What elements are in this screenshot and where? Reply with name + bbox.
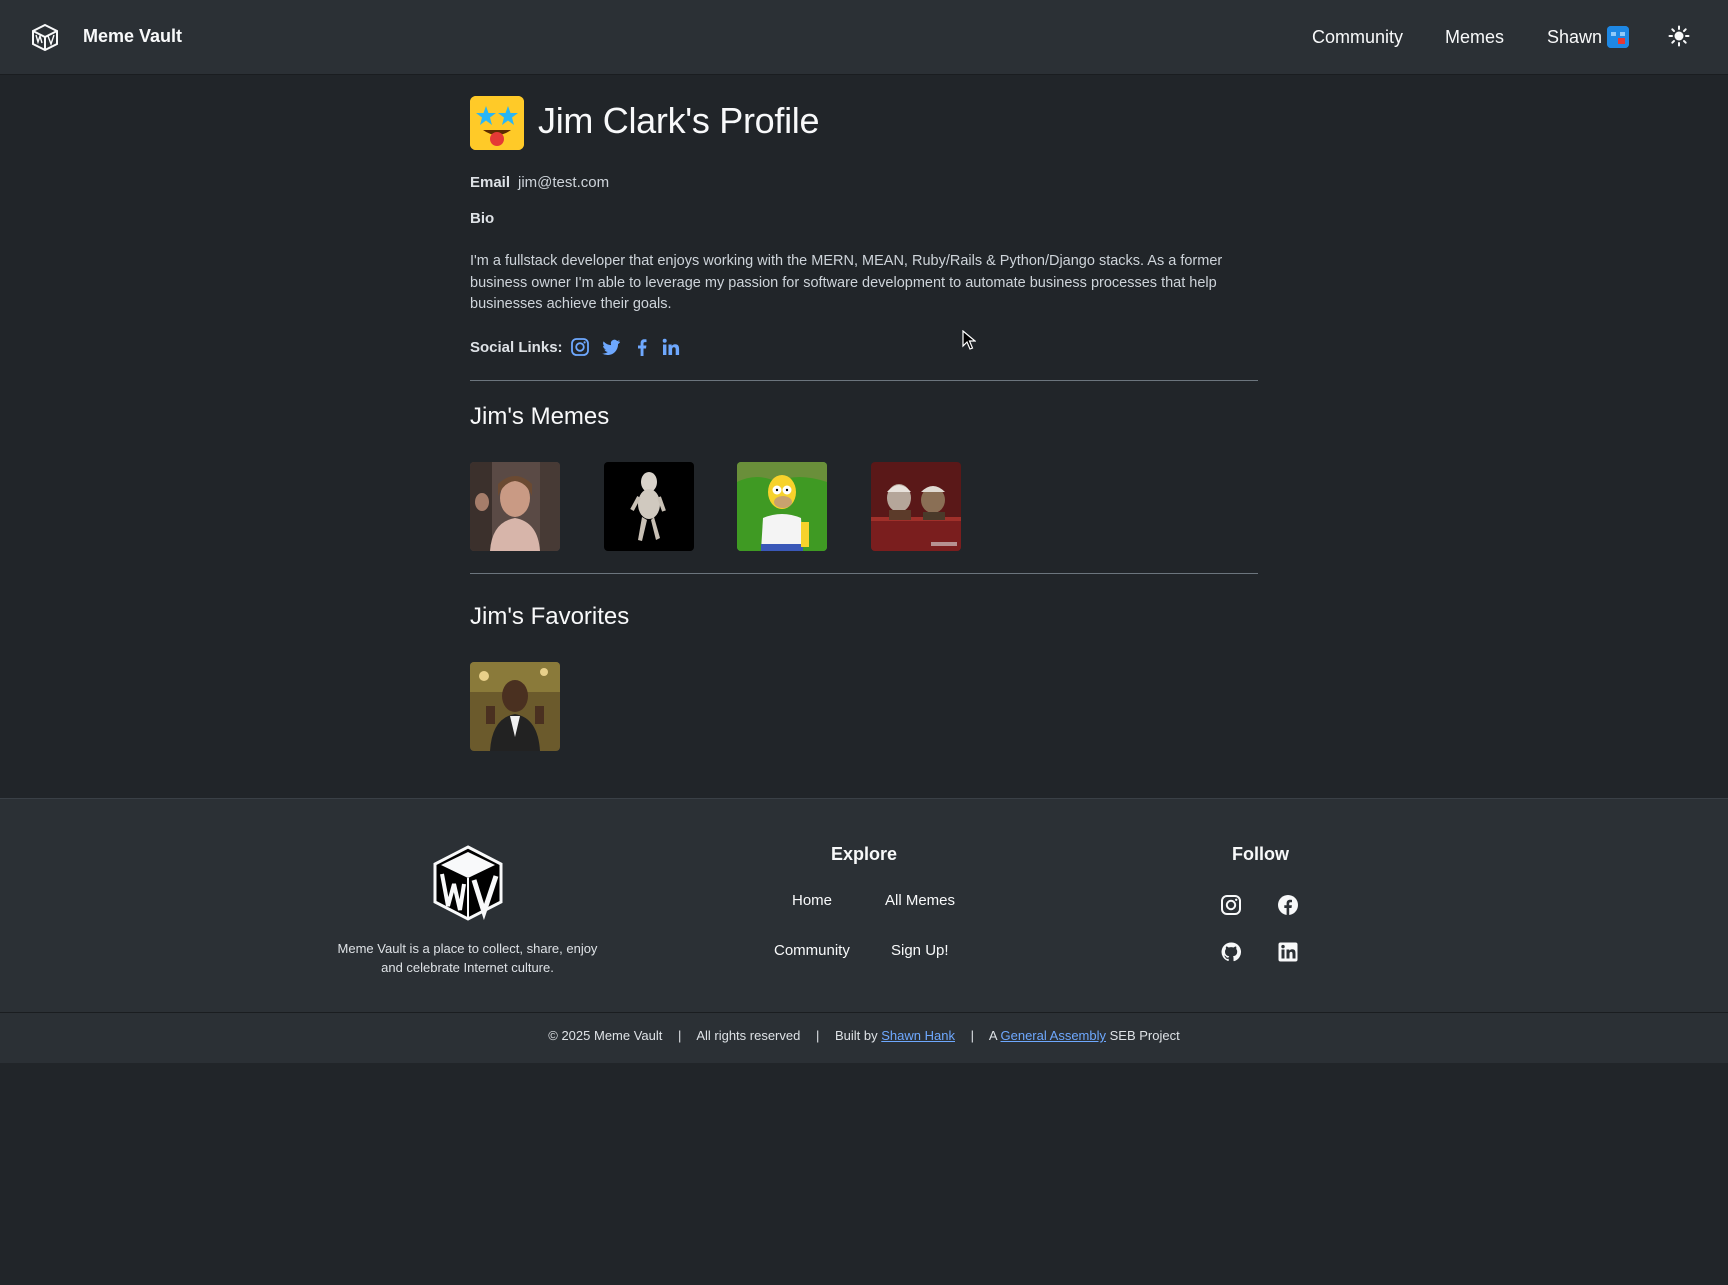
- nav-link-community[interactable]: Community: [1312, 27, 1403, 48]
- favorite-thumbnail[interactable]: [470, 662, 560, 751]
- nav-link-memes[interactable]: Memes: [1445, 27, 1504, 48]
- theme-toggle-sun-icon[interactable]: [1668, 25, 1690, 47]
- github-icon[interactable]: [1220, 941, 1242, 963]
- meme-thumbnail[interactable]: [470, 462, 560, 551]
- meme-thumbnail[interactable]: [604, 462, 694, 551]
- instagram-icon[interactable]: [570, 337, 590, 357]
- separator: |: [970, 1028, 974, 1043]
- footer-link-community[interactable]: Community: [774, 942, 850, 959]
- linkedin-icon[interactable]: [661, 337, 681, 357]
- social-links-label: Social Links:: [470, 339, 563, 356]
- email-label: Email: [470, 174, 511, 191]
- footer-tagline: Meme Vault is a place to collect, share,…: [337, 941, 598, 975]
- footer-follow-heading: Follow: [1232, 844, 1289, 864]
- email-value: jim@test.com: [518, 174, 610, 191]
- nav-link-user[interactable]: Shawn: [1547, 27, 1602, 48]
- built-by-prefix: Built by: [835, 1028, 878, 1043]
- profile-avatar: [470, 96, 524, 150]
- org-link[interactable]: General Assembly: [1001, 1028, 1107, 1043]
- brand-name[interactable]: Meme Vault: [83, 26, 182, 47]
- bio-text: I'm a fullstack developer that enjoys wo…: [470, 253, 1223, 312]
- favorites-section-title: Jim's Favorites: [470, 603, 630, 630]
- footer-explore-heading: Explore: [831, 844, 898, 864]
- rights-text: All rights reserved: [696, 1028, 801, 1043]
- copyright-text: © 2025 Meme Vault: [548, 1028, 663, 1043]
- meme-thumbnail[interactable]: [737, 462, 827, 551]
- twitter-icon[interactable]: [601, 337, 621, 357]
- meme-thumbnail[interactable]: [871, 462, 961, 551]
- top-navbar: Meme Vault Community Memes Shawn: [0, 0, 1728, 75]
- footer-link-all-memes[interactable]: All Memes: [885, 892, 955, 909]
- page-title: Jim Clark's Profile: [538, 100, 820, 141]
- separator: |: [815, 1028, 820, 1043]
- section-divider: [470, 573, 1258, 574]
- project-prefix: A: [988, 1028, 997, 1043]
- separator: |: [678, 1028, 682, 1043]
- user-avatar[interactable]: [1607, 26, 1629, 48]
- facebook-icon[interactable]: [632, 337, 652, 357]
- project-suffix: SEB Project: [1109, 1028, 1180, 1043]
- memes-section-title: Jim's Memes: [470, 403, 610, 430]
- footer-link-home[interactable]: Home: [792, 892, 832, 909]
- footer-link-signup[interactable]: Sign Up!: [891, 942, 949, 959]
- author-link[interactable]: Shawn Hank: [881, 1028, 955, 1043]
- section-divider: [470, 380, 1258, 381]
- copyright-bar: © 2025 Meme Vault | All rights reserved …: [0, 1012, 1728, 1063]
- mouse-cursor-icon: [962, 330, 976, 350]
- bio-label: Bio: [470, 210, 495, 227]
- linkedin-icon[interactable]: [1277, 941, 1299, 963]
- meme-vault-footer-logo: [433, 845, 503, 921]
- facebook-icon[interactable]: [1277, 894, 1299, 916]
- site-footer: Meme Vault is a place to collect, share,…: [0, 798, 1728, 1063]
- meme-vault-logo-icon[interactable]: [31, 23, 59, 51]
- instagram-icon[interactable]: [1220, 894, 1242, 916]
